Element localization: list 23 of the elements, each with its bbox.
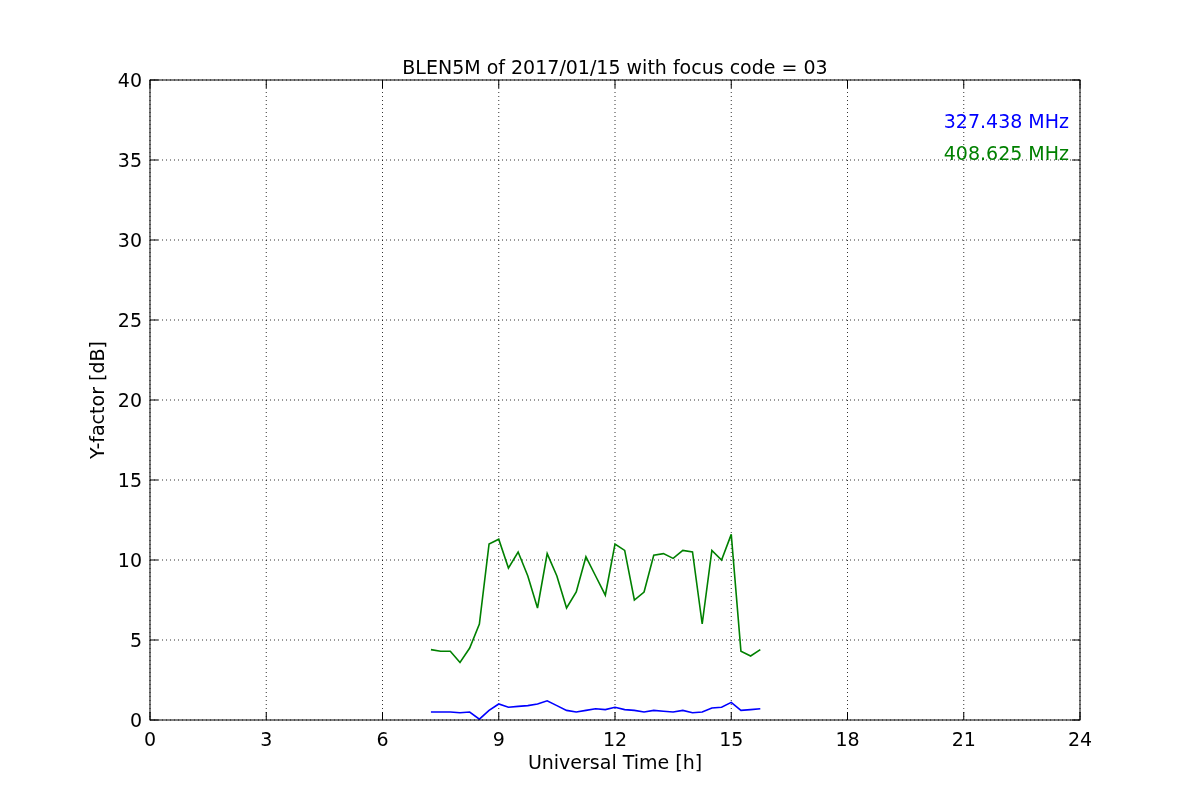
x-tick-label: 18: [835, 728, 860, 750]
x-tick-label: 9: [492, 728, 505, 750]
x-tick-label: 12: [602, 728, 628, 750]
y-tick-label: 35: [117, 149, 142, 171]
x-tick-label: 3: [260, 728, 273, 750]
legend-label: 327.438 MHz: [943, 110, 1069, 132]
y-tick-label: 0: [129, 709, 142, 731]
y-tick-label: 25: [117, 309, 142, 331]
y-tick-label: 15: [117, 469, 142, 491]
x-tick-label: 21: [951, 728, 976, 750]
y-tick-label: 20: [117, 389, 142, 411]
y-axis-label: Y-factor [dB]: [86, 341, 108, 459]
legend-label: 408.625 MHz: [943, 142, 1069, 164]
y-tick-label: 40: [117, 69, 142, 91]
x-tick-label: 6: [376, 728, 389, 750]
y-tick-label: 30: [117, 229, 142, 251]
x-tick-label: 24: [1067, 728, 1093, 750]
x-axis-label: Universal Time [h]: [527, 751, 703, 773]
chart-title: BLEN5M of 2017/01/15 with focus code = 03: [402, 56, 828, 78]
x-tick-label: 0: [143, 728, 157, 750]
y-tick-label: 5: [129, 629, 142, 651]
y-tick-label: 10: [117, 549, 142, 571]
x-tick-label: 15: [719, 728, 744, 750]
